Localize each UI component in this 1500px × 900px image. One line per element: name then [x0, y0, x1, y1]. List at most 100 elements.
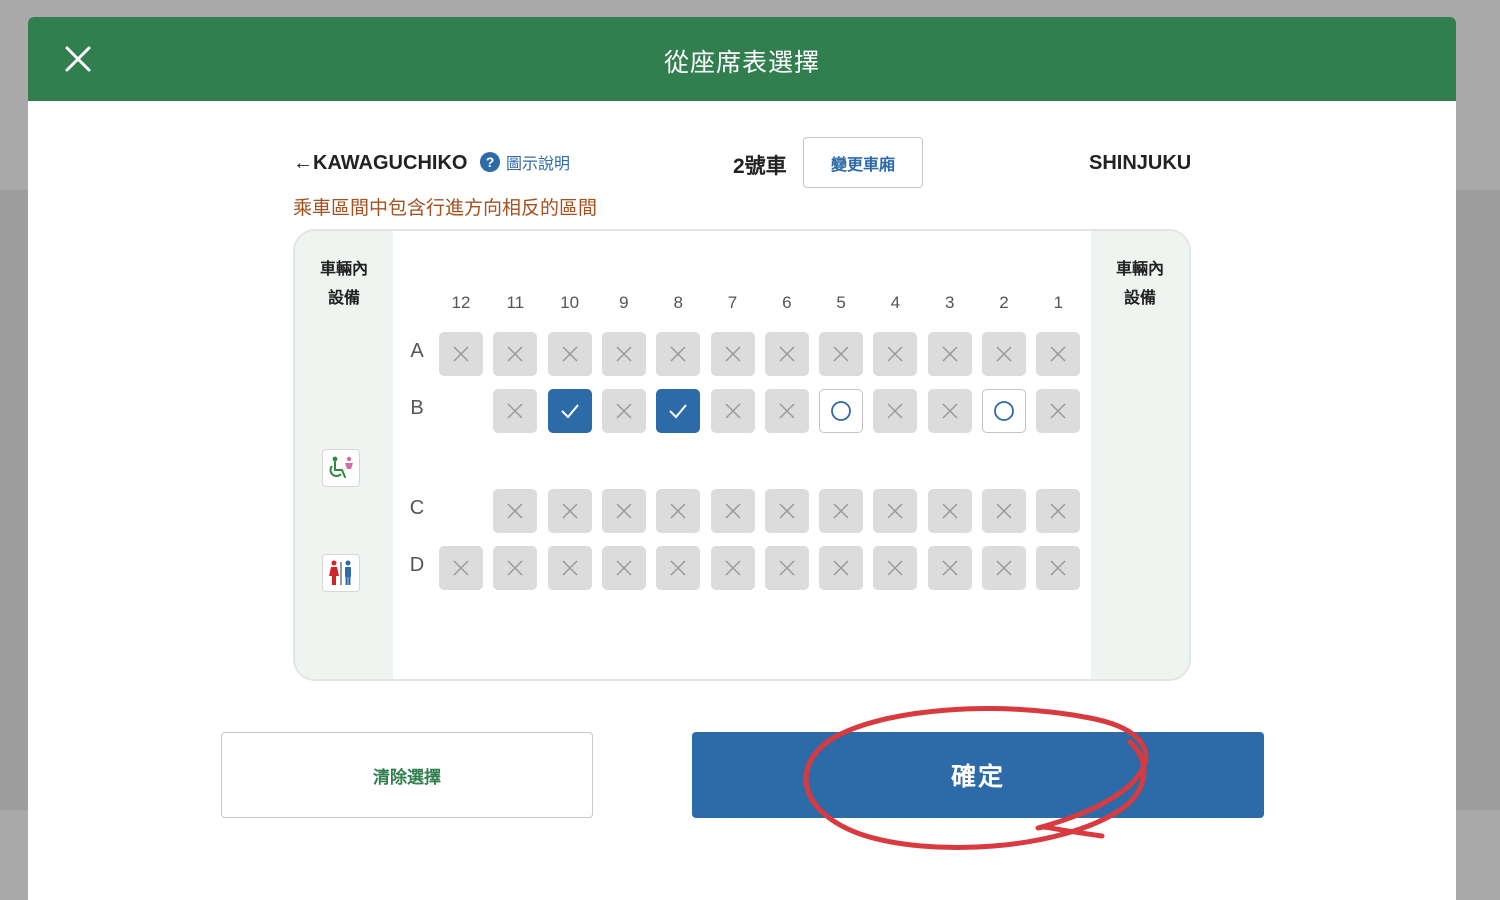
seat-11B[interactable] [493, 389, 538, 433]
seat-1C[interactable] [1036, 489, 1081, 533]
facilities-title-right: 車輛內 設備 [1115, 261, 1164, 307]
seat-10B[interactable] [547, 389, 592, 433]
seat-11D[interactable] [493, 546, 538, 590]
facilities-column-left: 車輛內 設備 [295, 231, 393, 679]
seat-10A[interactable] [547, 332, 592, 376]
unavailable-x-icon [779, 346, 795, 362]
unavailable-x-icon [942, 346, 958, 362]
seat-3D[interactable] [927, 546, 972, 590]
seat-8C[interactable] [656, 489, 701, 533]
car-number: 2號車 [733, 155, 787, 178]
seat-6D[interactable] [764, 546, 809, 590]
unavailable-x-icon [887, 403, 903, 419]
seat-4A[interactable] [873, 332, 918, 376]
unavailable-x-icon [996, 503, 1012, 519]
seat-1B[interactable] [1036, 389, 1081, 433]
unavailable-x-icon [562, 503, 578, 519]
facilities-column-right: 車輛內 設備 [1091, 231, 1189, 679]
seat-5C[interactable] [819, 489, 864, 533]
seat-3A[interactable] [927, 332, 972, 376]
unavailable-x-icon [1050, 560, 1066, 576]
seat-4D[interactable] [873, 546, 918, 590]
seat-5A[interactable] [819, 332, 864, 376]
help-label: 圖示說明 [506, 156, 571, 173]
seat-6A[interactable] [764, 332, 809, 376]
seat-selection-modal: 從座席表選擇 ←KAWAGUCHIKO ? 圖示說明 2號車 變更車廂 SHIN… [28, 17, 1456, 900]
unavailable-x-icon [779, 503, 795, 519]
seat-2D[interactable] [982, 546, 1026, 590]
column-number-12: 12 [451, 293, 471, 312]
unavailable-x-icon [724, 560, 741, 576]
unavailable-x-icon [507, 346, 523, 362]
reverse-direction-warning: 乘車區間中包含行進方向相反的區間 [293, 198, 598, 219]
unavailable-x-icon [779, 560, 795, 576]
seat-8A[interactable] [656, 332, 701, 376]
seat-7B[interactable] [710, 389, 755, 433]
unavailable-x-icon [887, 346, 903, 362]
seat-7C[interactable] [710, 489, 755, 533]
unavailable-x-icon [507, 560, 523, 576]
available-circle-icon [831, 401, 851, 421]
seat-2B[interactable] [982, 389, 1026, 433]
seat-10C[interactable] [547, 489, 592, 533]
seat-9D[interactable] [601, 546, 646, 590]
unavailable-x-icon [996, 346, 1012, 362]
seat-2C[interactable] [982, 489, 1026, 533]
unavailable-x-icon [942, 503, 958, 519]
seat-10D[interactable] [547, 546, 592, 590]
unavailable-x-icon [670, 503, 686, 519]
seat-5B[interactable] [819, 389, 864, 433]
unavailable-x-icon [833, 346, 849, 362]
unavailable-x-icon [1050, 403, 1066, 419]
unavailable-x-icon [942, 403, 958, 419]
wheelchair-icon [322, 449, 360, 487]
seat-11C[interactable] [493, 489, 538, 533]
seat-8B[interactable] [656, 389, 701, 433]
seat-5D[interactable] [819, 546, 864, 590]
seat-8D[interactable] [656, 546, 701, 590]
seat-12A[interactable] [439, 332, 483, 376]
seat-7D[interactable] [710, 546, 755, 590]
seat-12D[interactable] [439, 546, 483, 590]
seat-9C[interactable] [601, 489, 646, 533]
seat-4C[interactable] [873, 489, 918, 533]
unavailable-x-icon [507, 503, 523, 519]
seat-3B[interactable] [927, 389, 972, 433]
seat-3C[interactable] [927, 489, 972, 533]
seat-1A[interactable] [1036, 332, 1081, 376]
seat-6C[interactable] [764, 489, 809, 533]
seat-9A[interactable] [601, 332, 646, 376]
unavailable-x-icon [453, 560, 469, 576]
clear-selection-button[interactable]: 清除選擇 [221, 732, 593, 818]
unavailable-x-icon [724, 503, 741, 519]
unavailable-x-icon [724, 346, 741, 362]
seat-6B[interactable] [764, 389, 809, 433]
seat-1D[interactable] [1036, 546, 1081, 590]
seat-4B[interactable] [873, 389, 918, 433]
route-bar: ←KAWAGUCHIKO ? 圖示說明 2號車 變更車廂 SHINJUKU [28, 137, 1456, 188]
legend-help-link[interactable]: ? 圖示說明 [480, 150, 570, 174]
row-letter-A: A [410, 340, 424, 362]
unavailable-x-icon [1050, 346, 1066, 362]
column-number-9: 9 [619, 293, 629, 312]
column-number-7: 7 [727, 293, 738, 312]
column-number-5: 5 [836, 293, 846, 312]
unavailable-x-icon [724, 403, 741, 419]
seat-9B[interactable] [601, 389, 646, 433]
change-car-button[interactable]: 變更車廂 [803, 137, 923, 188]
column-number-1: 1 [1053, 293, 1064, 312]
seat-2A[interactable] [982, 332, 1026, 376]
seat-11A[interactable] [493, 332, 538, 376]
unavailable-x-icon [887, 503, 903, 519]
unavailable-x-icon [779, 403, 795, 419]
confirm-button[interactable]: 確定 [692, 732, 1264, 818]
direction-to: SHINJUKU [1089, 152, 1192, 174]
column-number-6: 6 [782, 293, 792, 312]
seat-7A[interactable] [710, 332, 755, 376]
unavailable-x-icon [670, 346, 686, 362]
unavailable-x-icon [942, 560, 958, 576]
help-icon: ? [480, 152, 500, 172]
column-number-2: 2 [999, 293, 1009, 312]
column-number-4: 4 [890, 293, 901, 312]
unavailable-x-icon [616, 503, 632, 519]
